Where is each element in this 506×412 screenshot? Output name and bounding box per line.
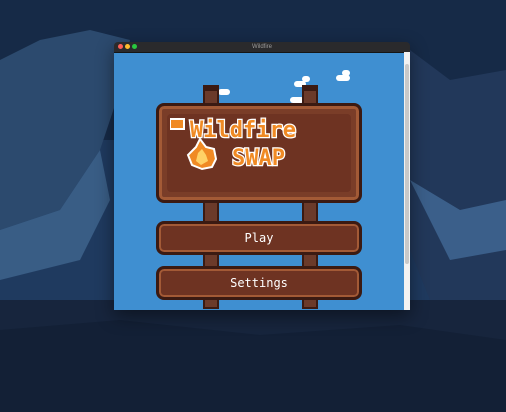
game-window: Wildfire Wildfire SWAP Play Settings xyxy=(114,42,410,310)
vertical-scrollbar[interactable] xyxy=(404,52,410,310)
cloud xyxy=(336,75,350,81)
logo-subtitle: SWAP xyxy=(232,146,285,171)
game-canvas: Wildfire SWAP Play Settings xyxy=(114,53,404,310)
settings-button[interactable]: Settings xyxy=(156,266,362,300)
scrollbar-thumb[interactable] xyxy=(405,64,409,264)
play-button[interactable]: Play xyxy=(156,221,362,255)
logo-title: Wildfire xyxy=(190,118,296,143)
cloud xyxy=(342,70,350,76)
cloud xyxy=(302,76,310,82)
title-bar: Wildfire xyxy=(114,42,410,53)
window-title: Wildfire xyxy=(251,44,272,50)
logo-bracket xyxy=(170,118,185,130)
game-logo: Wildfire SWAP xyxy=(170,117,297,172)
flame-icon xyxy=(186,137,218,171)
cloud xyxy=(218,89,230,95)
